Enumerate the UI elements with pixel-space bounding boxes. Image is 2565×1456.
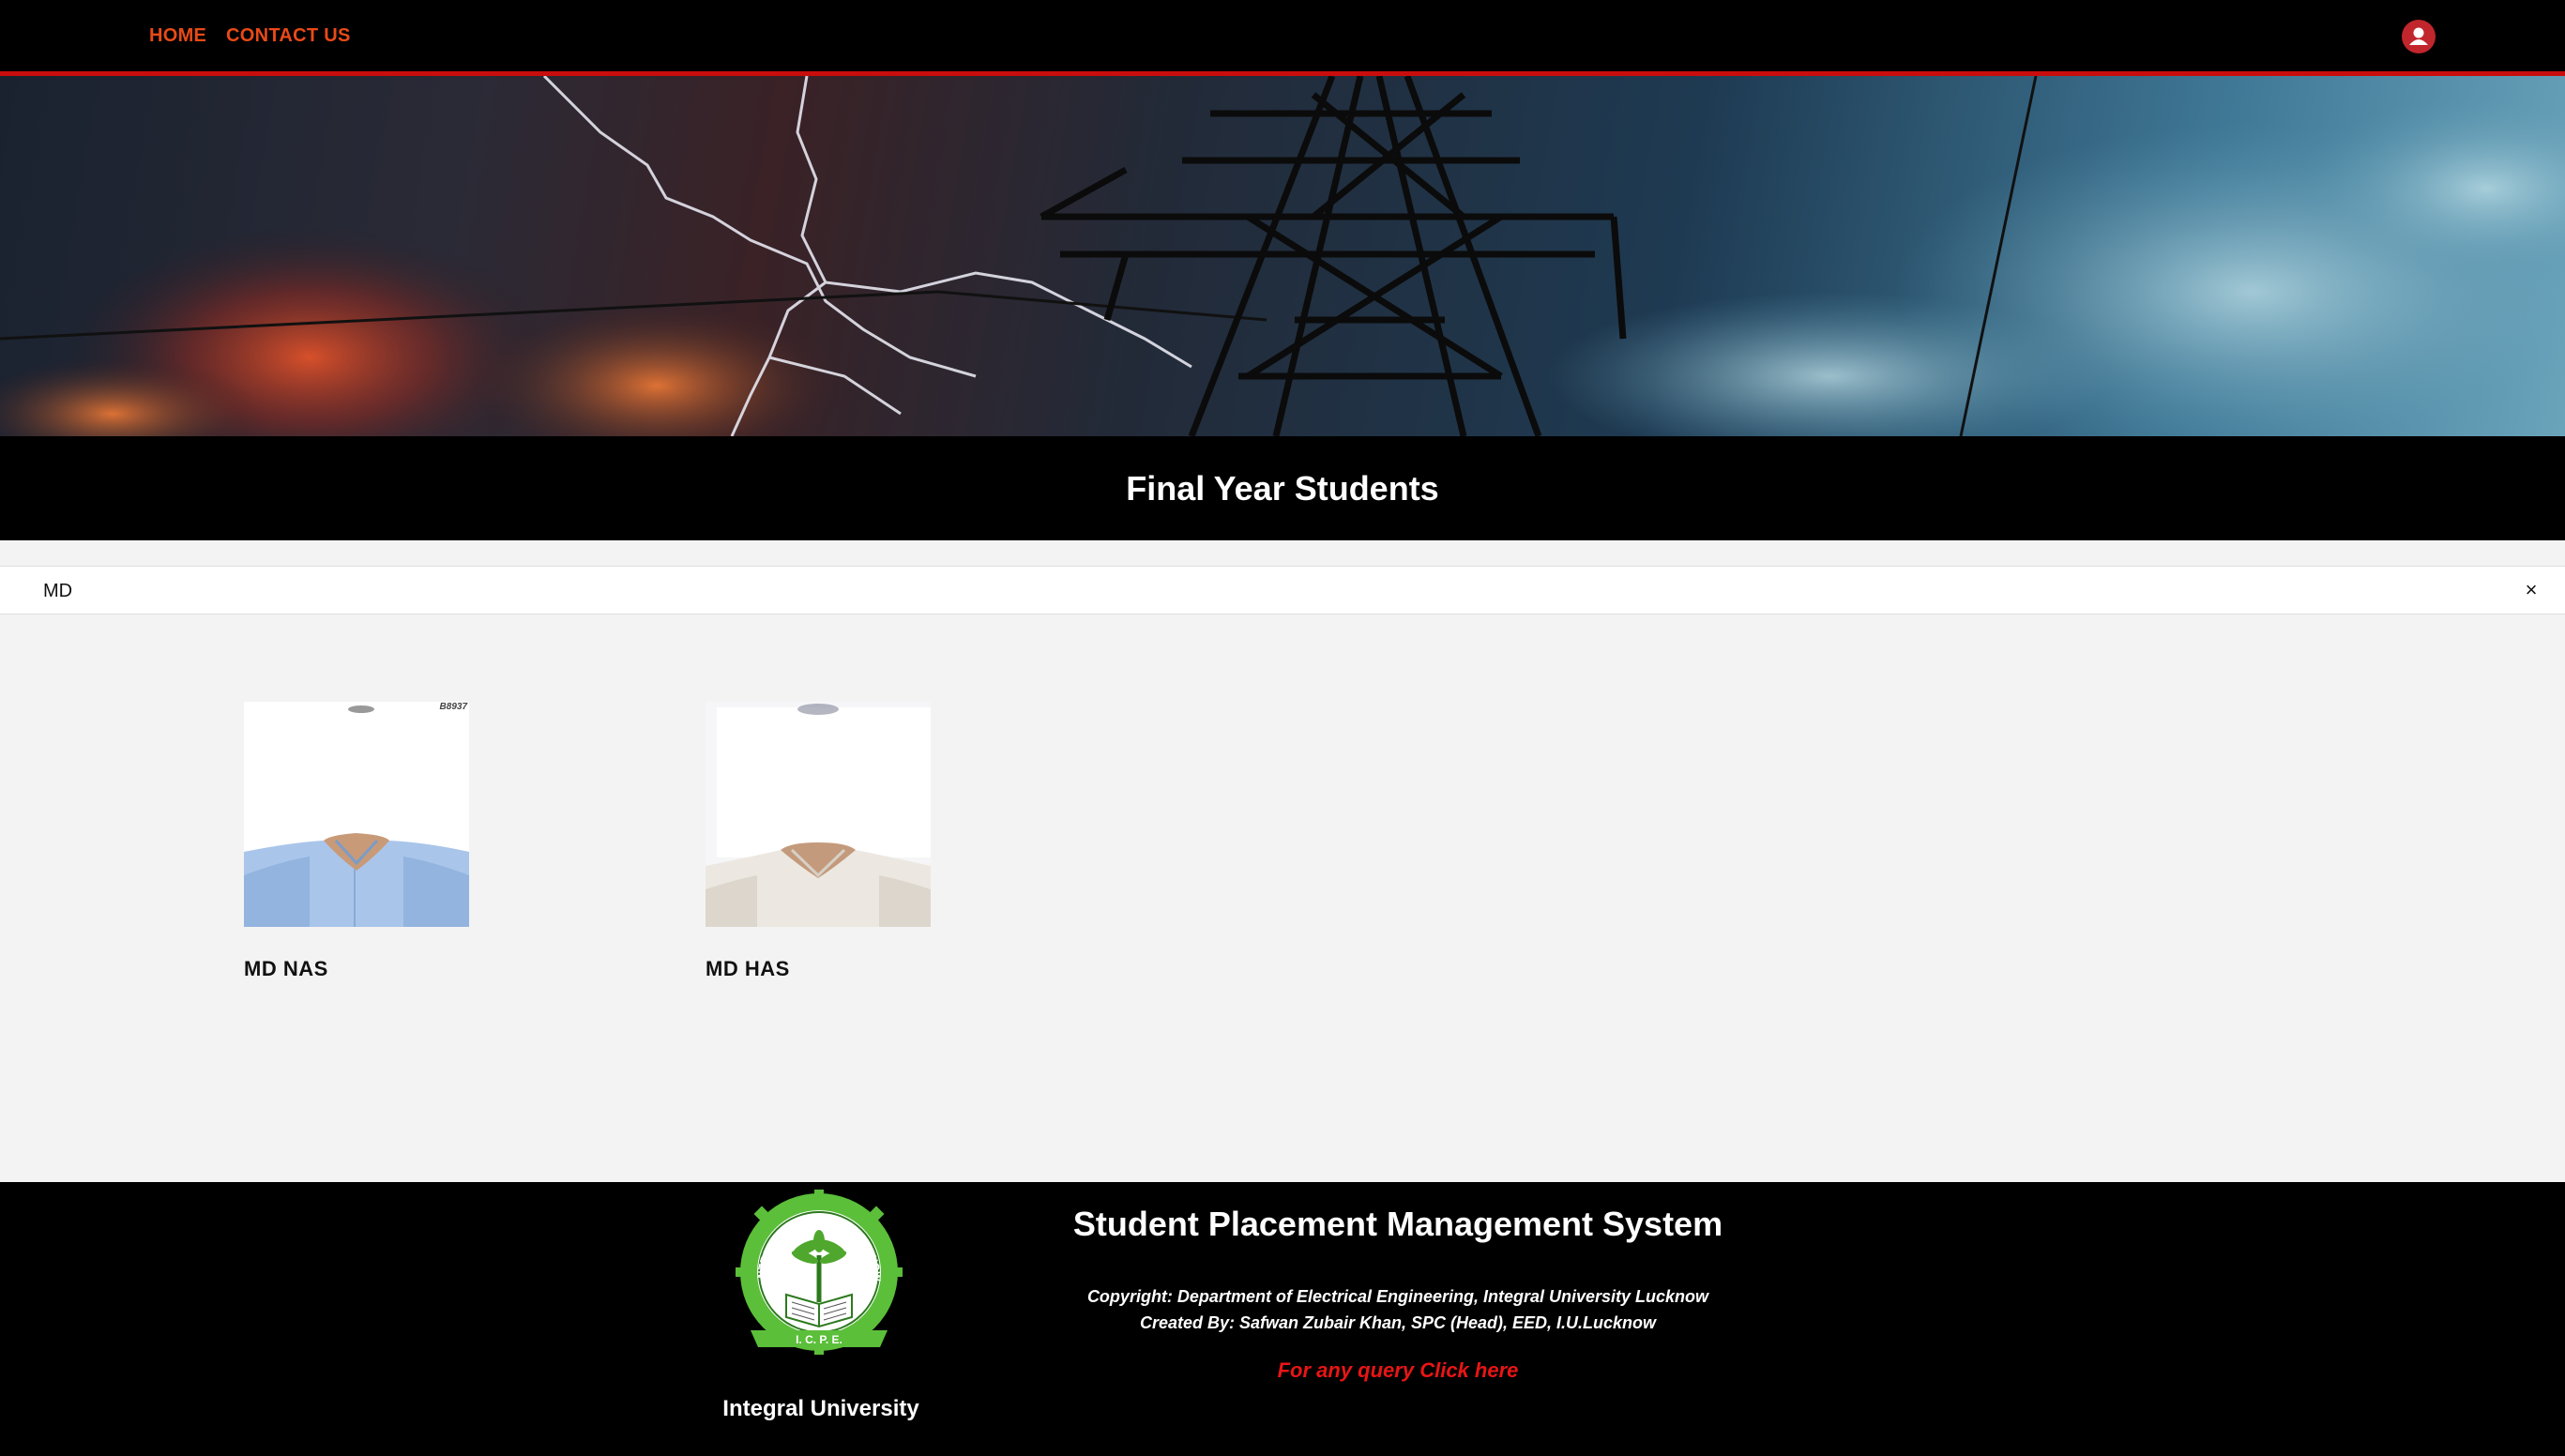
photo-id-code: B8937 (439, 702, 467, 712)
university-name: Integral University (722, 1396, 919, 1421)
copyright-text: Copyright: Department of Electrical Engi… (1086, 1287, 1709, 1306)
student-name[interactable]: MD HAS (706, 927, 949, 981)
top-navbar: HOME CONTACT US (0, 0, 2565, 76)
student-photo-image (706, 702, 931, 927)
created-by-text: Created By: Safwan Zubair Khan, SPC (Hea… (1139, 1313, 1657, 1332)
student-card[interactable]: B8937 MD NAS (244, 702, 488, 981)
university-logo: I. C. P. E. INTEGRAL UNIVERSITY, LUCKNOW (732, 1190, 903, 1355)
student-photo[interactable]: B8937 (244, 702, 469, 927)
search-input[interactable] (41, 567, 2484, 615)
hero-banner (0, 76, 2565, 436)
clear-search-icon[interactable]: × (2520, 576, 2542, 604)
system-title: Student Placement Management System (1072, 1205, 1723, 1243)
title-band: Final Year Students (0, 436, 2565, 540)
student-card[interactable]: MD HAS (706, 702, 949, 981)
user-icon (2409, 27, 2428, 45)
footer: I. C. P. E. INTEGRAL UNIVERSITY, LUCKNOW… (0, 1182, 2565, 1456)
nav-home-link[interactable]: HOME (149, 25, 206, 47)
student-photo[interactable] (706, 702, 931, 927)
search-bar: × (0, 566, 2565, 615)
query-link[interactable]: For any query Click here (1013, 1358, 1783, 1383)
page-title: Final Year Students (1126, 469, 1439, 508)
user-account-button[interactable] (2402, 20, 2436, 53)
student-name[interactable]: MD NAS (244, 927, 488, 981)
student-photo-image (244, 702, 469, 927)
nav-contact-link[interactable]: CONTACT US (226, 25, 351, 47)
logo-ribbon-text: I. C. P. E. (796, 1333, 842, 1346)
power-tower-banner-image (0, 76, 2565, 436)
